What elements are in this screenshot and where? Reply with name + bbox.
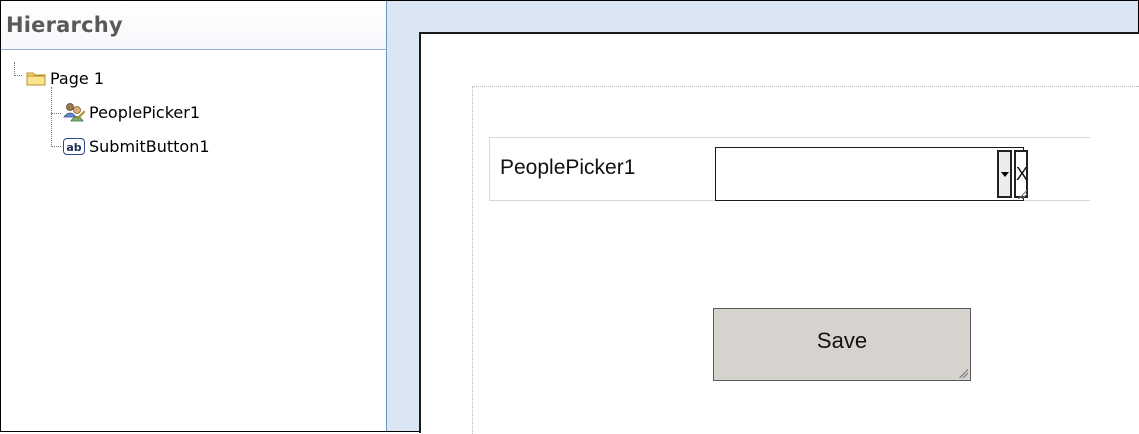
hierarchy-header: Hierarchy	[1, 1, 386, 50]
tree-item-label: PeoplePicker1	[89, 102, 200, 122]
hierarchy-title: Hierarchy	[6, 13, 123, 37]
tree-item-label: Page 1	[50, 68, 104, 88]
tree-item-page-1[interactable]: Page 1	[26, 67, 104, 89]
hierarchy-tree: Page 1 PeoplePicker1 ab SubmitButton1	[1, 50, 386, 430]
people-picker-label: PeoplePicker1	[500, 156, 636, 179]
people-picker-input[interactable]: X	[715, 147, 1028, 201]
form-page: PeoplePicker1 X Save	[419, 32, 1139, 434]
hierarchy-panel: Hierarchy Page 1 PeoplePicker1 ab Submit…	[1, 1, 387, 431]
tree-connector	[14, 62, 15, 76]
tree-item-submitbutton1[interactable]: ab SubmitButton1	[63, 135, 210, 157]
people-picker-icon	[63, 102, 86, 122]
save-button-label: Save	[816, 327, 868, 353]
button-icon: ab	[63, 137, 85, 155]
dropdown-icon[interactable]	[997, 150, 1012, 198]
designer-window: Hierarchy Page 1 PeoplePicker1 ab Submit…	[0, 0, 1139, 434]
tree-item-peoplepicker1[interactable]: PeoplePicker1	[63, 101, 200, 123]
save-button[interactable]: Save	[713, 308, 971, 381]
folder-icon	[26, 70, 46, 86]
tree-item-label: SubmitButton1	[89, 136, 210, 156]
resize-grip-icon[interactable]	[1017, 189, 1027, 199]
tree-connector	[51, 87, 52, 145]
tree-connector	[51, 113, 61, 114]
design-canvas: PeoplePicker1 X Save	[387, 1, 1139, 434]
resize-grip-icon[interactable]	[958, 368, 968, 378]
people-picker-row[interactable]: PeoplePicker1 X	[489, 137, 1090, 201]
tree-connector	[14, 75, 22, 76]
tree-connector	[51, 146, 61, 147]
